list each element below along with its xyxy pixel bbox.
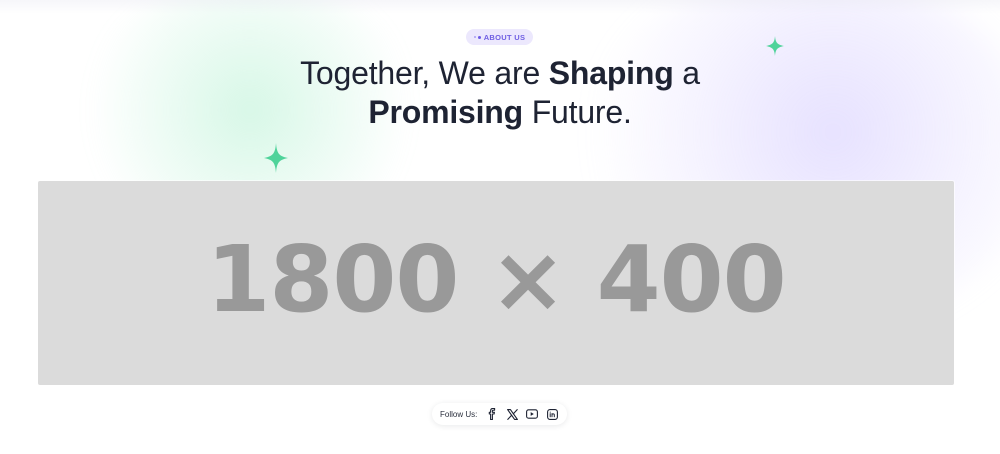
title-text: Together, We are	[300, 55, 549, 91]
about-us-badge: ABOUT US	[466, 29, 533, 45]
linkedin-icon[interactable]	[545, 407, 559, 421]
follow-us-label: Follow Us:	[440, 409, 478, 419]
facebook-icon[interactable]	[485, 407, 499, 421]
title-text: a	[673, 55, 700, 91]
x-icon[interactable]	[505, 407, 519, 421]
title-emphasis: Promising	[368, 94, 523, 130]
title-line-2: Promising Future.	[0, 93, 1000, 132]
placeholder-dimensions: 1800 × 400	[206, 226, 786, 333]
page-title: Together, We are Shaping a Promising Fut…	[0, 54, 1000, 132]
title-emphasis: Shaping	[548, 55, 674, 91]
about-section: ABOUT US Together, We are Shaping a Prom…	[0, 0, 1000, 454]
hero-image-placeholder: 1800 × 400	[38, 181, 954, 385]
sparkle-icon	[264, 143, 288, 173]
badge-label: ABOUT US	[483, 32, 526, 42]
follow-us-bar: Follow Us:	[432, 403, 567, 425]
sparkle-icon	[766, 36, 784, 56]
dots-icon	[473, 35, 481, 39]
title-line-1: Together, We are Shaping a	[0, 54, 1000, 93]
youtube-icon[interactable]	[525, 407, 539, 421]
title-text: Future.	[523, 94, 632, 130]
